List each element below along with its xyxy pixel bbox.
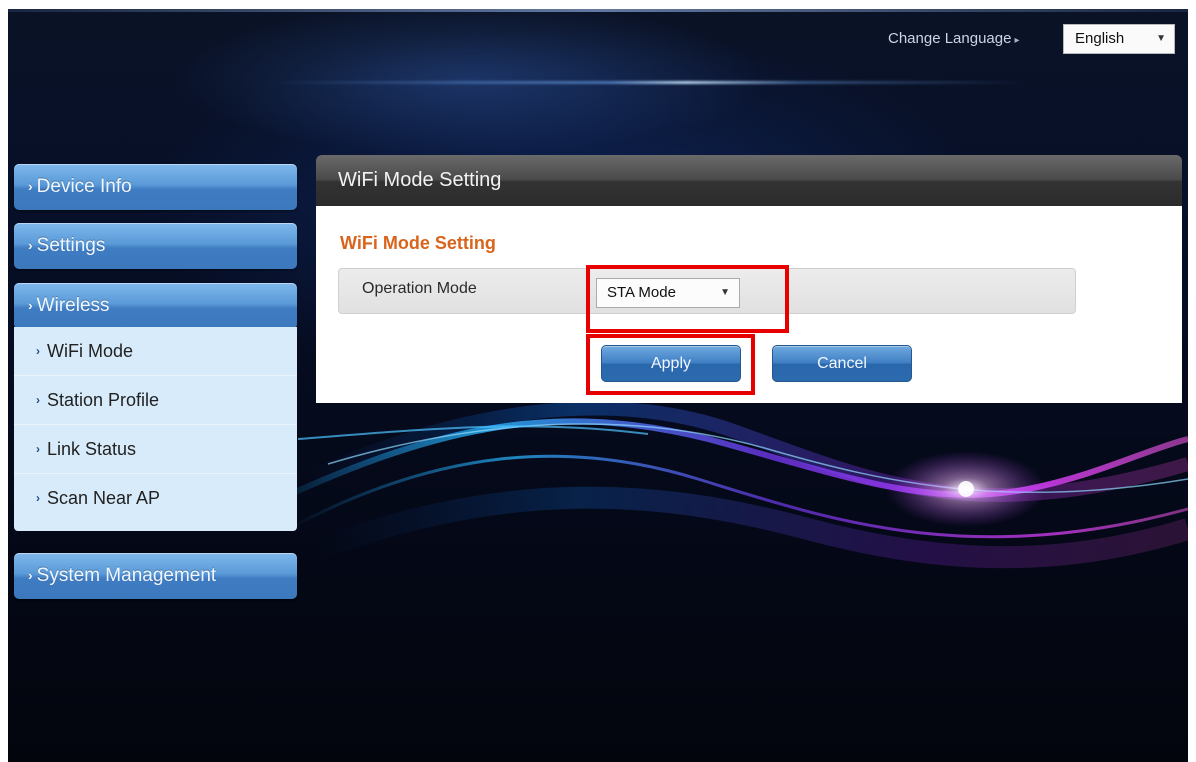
sidebar-item-label: Device Info (36, 176, 132, 197)
wireless-submenu: › WiFi Mode › Station Profile › Link Status… (14, 327, 297, 531)
sidebar-item-label: Settings (36, 235, 106, 256)
section-title: WiFi Mode Setting (340, 233, 496, 253)
sidebar-item-label: System Management (36, 565, 217, 586)
submenu-item-label: Link Status (47, 439, 137, 459)
chevron-right-icon: › (36, 344, 40, 358)
submenu-item-link-status[interactable]: › Link Status (14, 425, 297, 474)
operation-mode-label: Operation Mode (362, 280, 477, 297)
operation-mode-row: Operation Mode STA Mode ▼ (338, 268, 1076, 314)
submenu-item-label: Station Profile (47, 390, 160, 410)
chevron-right-icon: › (28, 297, 33, 313)
chevron-right-icon: › (28, 178, 33, 194)
chevron-right-icon: › (28, 567, 33, 583)
dropdown-arrow-icon: ▼ (1156, 33, 1166, 44)
submenu-item-wifi-mode[interactable]: › WiFi Mode (14, 327, 297, 376)
dropdown-arrow-icon: ▼ (720, 287, 730, 298)
sidebar-item-label: Wireless (36, 295, 110, 316)
apply-button[interactable]: Apply (601, 345, 741, 382)
language-select[interactable]: English ▼ (1063, 24, 1175, 54)
sidebar-item-settings[interactable]: › Settings (14, 223, 297, 269)
page-title: WiFi Mode Setting (338, 169, 502, 191)
chevron-right-icon: › (28, 237, 33, 253)
chevron-right-icon: › (36, 442, 40, 456)
submenu-item-station-profile[interactable]: › Station Profile (14, 376, 297, 425)
sidebar-item-device-info[interactable]: › Device Info (14, 164, 297, 210)
language-select-value: English (1075, 30, 1125, 47)
chevron-right-icon: › (36, 393, 40, 407)
change-language-label: Change Language ▸ (888, 30, 1020, 47)
cancel-button[interactable]: Cancel (772, 345, 912, 382)
submenu-item-label: WiFi Mode (47, 341, 134, 361)
panel-body: WiFi Mode Setting Operation Mode STA Mod… (316, 206, 1182, 403)
submenu-item-label: Scan Near AP (47, 488, 161, 508)
triangle-right-icon: ▸ (1014, 35, 1020, 46)
sidebar-item-wireless[interactable]: › Wireless (14, 283, 297, 329)
panel-header: WiFi Mode Setting (316, 155, 1182, 206)
submenu-item-scan-near-ap[interactable]: › Scan Near AP (14, 474, 297, 523)
operation-mode-select[interactable]: STA Mode ▼ (596, 278, 740, 308)
sidebar-item-system-management[interactable]: › System Management (14, 553, 297, 599)
chevron-right-icon: › (36, 491, 40, 505)
operation-mode-value: STA Mode (607, 284, 676, 301)
